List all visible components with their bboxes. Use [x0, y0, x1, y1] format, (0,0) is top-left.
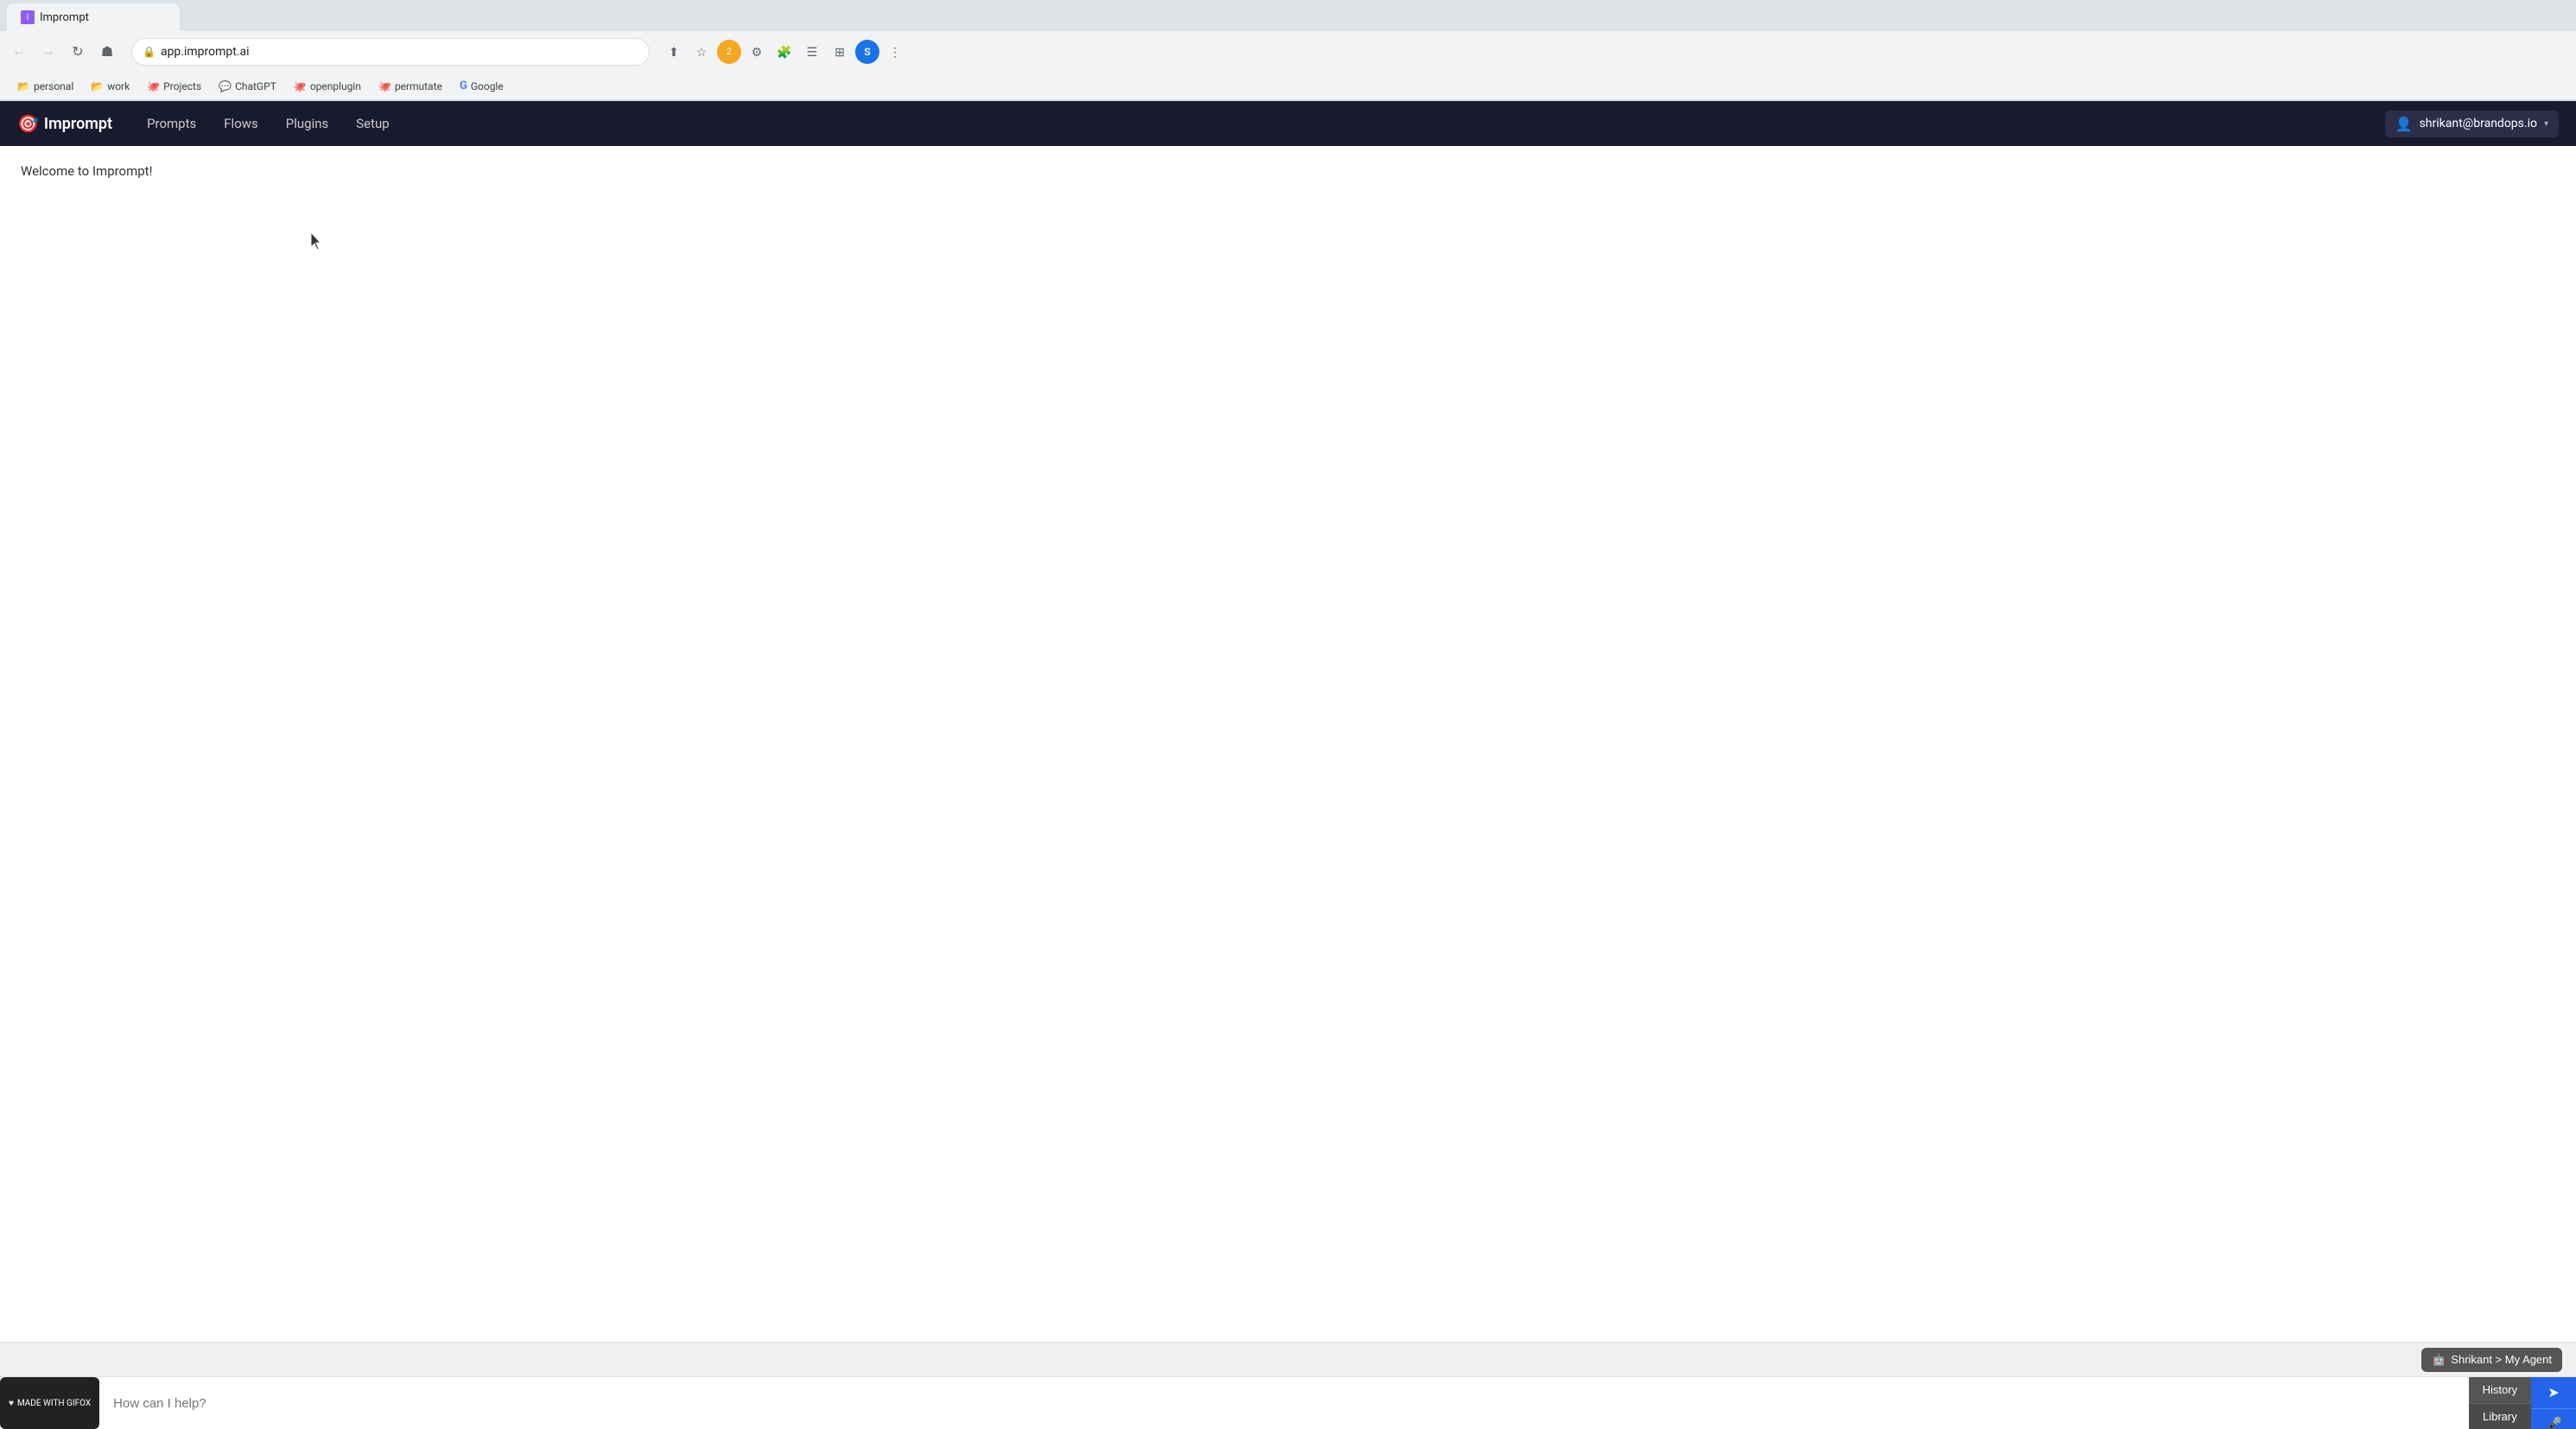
- lock-icon: 🔒: [143, 46, 155, 58]
- made-with-badge: ♥ MADE WITH GIFOX: [0, 1377, 99, 1429]
- heart-icon: ♥: [9, 1399, 14, 1408]
- extensions-button[interactable]: 🧩: [772, 40, 796, 64]
- mouse-cursor: [311, 232, 325, 255]
- address-bar[interactable]: 🔒 app.imprompt.ai: [131, 38, 650, 66]
- extension-button-1[interactable]: 2: [717, 40, 741, 64]
- browser-toolbar: ← → ↻ ☗ 🔒 app.imprompt.ai ⬆ ☆ 2 ⚙ 🧩 ☰ ⊞ …: [0, 31, 2576, 73]
- robot-icon: 🤖: [2432, 1353, 2446, 1367]
- tab-manager-button[interactable]: ☰: [800, 40, 824, 64]
- url-text: app.imprompt.ai: [161, 45, 250, 59]
- github-icon-openplugin: 🐙: [294, 80, 307, 92]
- user-icon: 👤: [2395, 116, 2413, 132]
- mic-button[interactable]: 🎤: [2531, 1409, 2576, 1429]
- bookmark-work-label: work: [107, 80, 130, 92]
- app-nav: Prompts Flows Plugins Setup: [133, 101, 2385, 146]
- browser-tabs: I Imprompt: [0, 0, 2576, 31]
- app-logo[interactable]: 🎯 Imprompt: [17, 113, 112, 134]
- made-with-text: MADE WITH GIFOX: [17, 1399, 91, 1408]
- chat-area: 🤖 Shrikant > My Agent ♥ MADE WITH GIFOX …: [0, 1342, 2576, 1429]
- bookmarks-bar: 📂 personal 📂 work 🐙 Projects 💬 ChatGPT 🐙…: [0, 73, 2576, 100]
- reload-button[interactable]: ↻: [66, 40, 90, 64]
- bookmark-openplugin[interactable]: 🐙 openplugin: [287, 77, 368, 96]
- user-menu[interactable]: 👤 shrikant@brandops.io ▾: [2385, 111, 2559, 137]
- user-email: shrikant@brandops.io: [2420, 117, 2537, 130]
- back-button[interactable]: ←: [7, 40, 31, 64]
- folder-icon-work: 📂: [91, 80, 104, 92]
- tab-title: Imprompt: [40, 11, 89, 24]
- bookmark-openplugin-label: openplugin: [310, 80, 361, 92]
- dropdown-arrow-icon: ▾: [2544, 119, 2548, 129]
- chat-input-field[interactable]: [99, 1396, 2468, 1411]
- chat-header: 🤖 Shrikant > My Agent: [0, 1343, 2576, 1377]
- toolbar-actions: ⬆ ☆ 2 ⚙ 🧩 ☰ ⊞ S ⋮: [662, 40, 907, 64]
- bookmark-chatgpt[interactable]: 💬 ChatGPT: [212, 77, 283, 96]
- bookmark-personal-label: personal: [34, 80, 73, 92]
- bookmark-button[interactable]: ☆: [689, 40, 714, 64]
- logo-emoji: 🎯: [17, 113, 39, 134]
- chat-actions: ➤ 🎤: [2531, 1377, 2576, 1429]
- profile-avatar[interactable]: S: [855, 40, 879, 64]
- bookmark-personal[interactable]: 📂 personal: [10, 77, 80, 96]
- home-button[interactable]: ☗: [95, 40, 119, 64]
- library-button[interactable]: Library: [2469, 1404, 2531, 1429]
- share-button[interactable]: ⬆: [662, 40, 686, 64]
- history-button[interactable]: History: [2469, 1377, 2531, 1404]
- bookmark-projects[interactable]: 🐙 Projects: [140, 77, 208, 96]
- bookmark-google[interactable]: G Google: [453, 76, 511, 96]
- nav-plugins[interactable]: Plugins: [272, 101, 342, 146]
- github-icon-permutate: 🐙: [378, 80, 391, 92]
- github-icon-projects: 🐙: [147, 80, 160, 92]
- nav-flows[interactable]: Flows: [210, 101, 272, 146]
- agent-label: Shrikant > My Agent: [2451, 1353, 2552, 1366]
- app-header: 🎯 Imprompt Prompts Flows Plugins Setup 👤…: [0, 101, 2576, 146]
- split-view-button[interactable]: ⊞: [828, 40, 852, 64]
- welcome-message: Welcome to Imprompt!: [21, 163, 2555, 179]
- extension-button-2[interactable]: ⚙: [745, 40, 769, 64]
- main-content: Welcome to Imprompt!: [0, 146, 2576, 1343]
- app-logo-text: Imprompt: [44, 115, 112, 133]
- agent-button[interactable]: 🤖 Shrikant > My Agent: [2421, 1348, 2562, 1372]
- google-icon: G: [460, 79, 467, 92]
- bookmark-chatgpt-label: ChatGPT: [235, 80, 276, 92]
- bookmark-permutate-label: permutate: [395, 80, 442, 92]
- folder-icon: 📂: [17, 80, 30, 92]
- bookmark-projects-label: Projects: [163, 80, 201, 92]
- active-tab[interactable]: I Imprompt: [7, 3, 180, 31]
- send-icon: ➤: [2547, 1384, 2559, 1401]
- chatgpt-icon: 💬: [219, 80, 232, 92]
- history-library-panel: History Library: [2469, 1377, 2531, 1429]
- nav-prompts[interactable]: Prompts: [133, 101, 210, 146]
- forward-button[interactable]: →: [36, 40, 60, 64]
- browser-chrome: I Imprompt ← → ↻ ☗ 🔒 app.imprompt.ai ⬆ ☆…: [0, 0, 2576, 101]
- mic-icon: 🎤: [2545, 1416, 2562, 1429]
- main-wrapper: Welcome to Imprompt!: [0, 146, 2576, 1343]
- more-options-button[interactable]: ⋮: [883, 40, 907, 64]
- chat-input-area: ♥ MADE WITH GIFOX History Library ➤ 🎤: [0, 1377, 2576, 1429]
- bookmark-google-label: Google: [471, 80, 504, 92]
- tab-favicon: I: [21, 10, 35, 24]
- send-button[interactable]: ➤: [2531, 1377, 2576, 1409]
- bookmark-permutate[interactable]: 🐙 permutate: [371, 77, 449, 96]
- nav-setup[interactable]: Setup: [342, 101, 403, 146]
- bookmark-work[interactable]: 📂 work: [84, 77, 136, 96]
